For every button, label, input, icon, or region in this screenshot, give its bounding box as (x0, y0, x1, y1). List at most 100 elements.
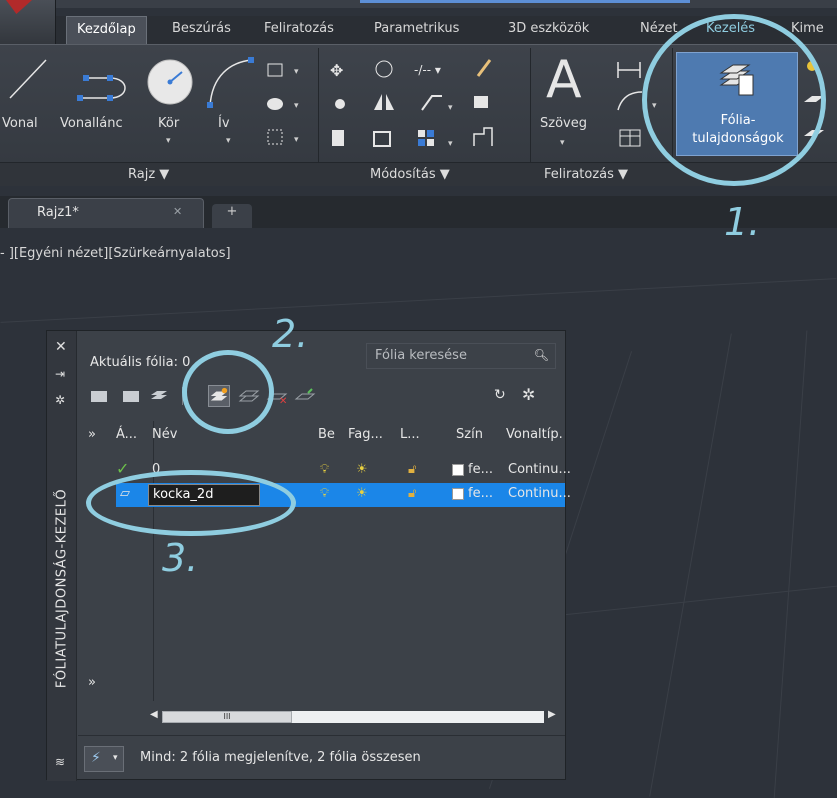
application-menu-button[interactable] (0, 0, 56, 44)
grid-line (0, 278, 837, 323)
sun-icon[interactable]: ☀ (356, 462, 368, 477)
palette-body: Aktuális fólia: 0 Fólia keresése 🔍︎ ✕ ↻ … (78, 331, 571, 779)
grid-line (773, 330, 808, 798)
panel-annotation-title[interactable]: Feliratozás ▼ (544, 167, 628, 182)
new-group-filter-icon[interactable] (120, 385, 142, 407)
plus-icon: + (226, 204, 238, 219)
new-property-filter-icon[interactable] (88, 385, 110, 407)
layer-color[interactable]: fe... (468, 486, 493, 501)
viewport-label[interactable]: - ][Egyéni nézet][Szürkeárnyalatos] (0, 246, 231, 261)
layer-search-field[interactable]: Fólia keresése 🔍︎ (366, 343, 556, 369)
column-header-linetype[interactable]: Vonaltíp. (506, 421, 563, 449)
palette-vertical-title: FÓLIATULAJDONSÁG-KEZELŐ (54, 488, 70, 689)
unlocked-icon[interactable]: 🔓︎ (408, 486, 416, 501)
polyline-tool-icon[interactable] (70, 54, 134, 110)
line-tool-label: Vonal (2, 116, 38, 131)
dropdown-icon: ▾ (113, 753, 118, 763)
close-icon[interactable]: ✕ (55, 339, 67, 355)
layer-list: Á... Név Be Fag... L... Szín Vonaltíp. ✓… (116, 421, 571, 701)
column-header-freeze[interactable]: Fag... (348, 421, 383, 449)
annotation-circle-1 (642, 14, 826, 186)
palette-side-strip: ✕ ⇥ ✲ FÓLIATULAJDONSÁG-KEZELŐ ≋ (47, 331, 77, 781)
collapse-tree-icon[interactable]: » (88, 675, 96, 690)
search-icon[interactable]: 🔍︎ (534, 348, 549, 362)
text-dropdown-icon[interactable]: ▾ (560, 138, 565, 148)
unlocked-icon[interactable]: 🔓︎ (408, 462, 416, 477)
layer-linetype[interactable]: Continu... (508, 462, 571, 477)
svg-text:▾: ▾ (294, 67, 299, 77)
color-swatch[interactable] (452, 464, 464, 476)
draw-small-tools[interactable]: ▾ ▾ ▾ (264, 60, 312, 150)
autohide-icon[interactable]: ⇥ (55, 367, 65, 381)
title-strip (0, 0, 837, 8)
text-tool-label: Szöveg (540, 116, 587, 131)
color-swatch[interactable] (452, 488, 464, 500)
document-tab-title: Rajz1* (37, 205, 79, 220)
search-placeholder: Fólia keresése (375, 348, 467, 363)
annotation-circle-3 (86, 470, 296, 536)
circle-tool-label: Kör (158, 116, 180, 131)
column-header-on[interactable]: Be (318, 421, 335, 449)
lightbulb-icon[interactable]: 💡︎ (320, 462, 329, 477)
layer-properties-manager: ✕ ⇥ ✲ FÓLIATULAJDONSÁG-KEZELŐ ≋ Aktuális… (46, 330, 571, 781)
line-tool-icon[interactable] (0, 50, 54, 110)
circle-tool-icon[interactable] (142, 56, 198, 112)
svg-text:▾: ▾ (448, 103, 453, 113)
layer-states-manager-icon[interactable] (148, 385, 170, 407)
modify-tools[interactable]: ✥ -/-- ▾ ▾ ▾ (328, 56, 508, 152)
panel-draw-title[interactable]: Rajz ▼ (128, 167, 169, 182)
svg-text:▾: ▾ (448, 139, 453, 149)
new-tab-button[interactable]: + (212, 204, 252, 228)
svg-text:▾: ▾ (294, 135, 299, 145)
layer-linetype[interactable]: Continu... (508, 486, 571, 501)
tab-3d-tools[interactable]: 3D eszközök (508, 16, 589, 44)
scroll-thumb[interactable]: III (162, 711, 292, 723)
column-header-color[interactable]: Szín (456, 421, 483, 449)
layer-count-status: Mind: 2 fólia megjelenítve, 2 fólia össz… (140, 750, 421, 765)
grid-line (649, 333, 732, 797)
tab-annotate[interactable]: Feliratozás (264, 16, 334, 44)
arc-dropdown-icon[interactable]: ▾ (226, 136, 231, 146)
annotation-circle-2 (182, 350, 274, 434)
panel-modify-title[interactable]: Módosítás ▼ (370, 167, 450, 182)
tab-parametric[interactable]: Parametrikus (374, 16, 459, 44)
circle-dropdown-icon[interactable]: ▾ (166, 136, 171, 146)
svg-text:✕: ✕ (279, 396, 287, 407)
svg-text:▾: ▾ (294, 101, 299, 111)
invert-filter-button[interactable]: ⚡︎ ▾ (84, 746, 124, 772)
column-header-lock[interactable]: L... (400, 421, 420, 449)
scroll-left-icon[interactable]: ◀ (150, 709, 158, 720)
horizontal-scrollbar[interactable]: ◀ III ▶ (148, 709, 560, 725)
scroll-right-icon[interactable]: ▶ (548, 709, 556, 720)
settings-gear-icon[interactable]: ✲ (522, 385, 535, 404)
text-tool-icon[interactable]: A (546, 50, 582, 110)
title-accent (360, 0, 690, 3)
annotation-number-1: 1. (724, 200, 761, 244)
arc-tool-icon[interactable] (200, 54, 260, 114)
svg-text:-/-- ▾: -/-- ▾ (414, 63, 441, 77)
close-icon[interactable]: ✕ (173, 205, 182, 218)
refresh-icon[interactable]: ↻ (494, 387, 506, 403)
gear-icon[interactable]: ✲ (55, 393, 65, 407)
column-header-name[interactable]: Név (152, 421, 177, 449)
set-current-layer-icon[interactable] (294, 385, 316, 407)
current-layer-check-icon: ✓ (116, 459, 130, 478)
filter-icon: ⚡︎ (91, 750, 101, 766)
svg-text:✥: ✥ (330, 61, 343, 80)
tab-insert[interactable]: Beszúrás (172, 16, 231, 44)
layer-states-icon[interactable]: ≋ (55, 755, 65, 769)
lightbulb-icon[interactable]: 💡︎ (320, 486, 329, 501)
expand-tree-icon[interactable]: » (88, 427, 96, 442)
layer-color[interactable]: fe... (468, 462, 493, 477)
app-logo-icon (6, 0, 32, 14)
current-layer-label: Aktuális fólia: 0 (90, 355, 191, 370)
autocad-window: Kezdőlap Beszúrás Feliratozás Parametrik… (0, 0, 837, 798)
grid-line (560, 585, 837, 616)
column-header-status[interactable]: Á... (116, 421, 137, 449)
document-tab[interactable]: Rajz1* ✕ (8, 198, 204, 228)
annotation-number-2: 2. (272, 312, 309, 356)
tab-home[interactable]: Kezdőlap (66, 16, 147, 44)
polyline-tool-label: Vonallánc (60, 116, 123, 131)
document-tab-bar: Rajz1* ✕ + (0, 196, 837, 228)
sun-icon[interactable]: ☀ (356, 486, 368, 501)
